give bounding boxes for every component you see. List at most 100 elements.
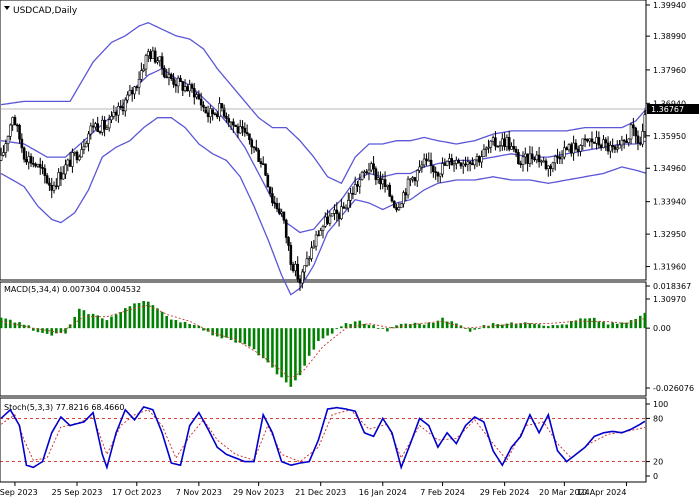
candle-body <box>68 159 72 167</box>
candle-body <box>452 163 456 166</box>
candle-body <box>29 156 33 164</box>
macd-bar <box>160 311 164 329</box>
candle-body <box>353 184 357 195</box>
candle-body <box>179 77 182 82</box>
candle-body <box>130 90 134 95</box>
candle-body <box>291 264 295 272</box>
candle-body <box>169 74 173 79</box>
candle-body <box>289 245 293 265</box>
macd-pane <box>0 300 647 387</box>
x-tick-label: 10 Apr 2024 <box>577 488 626 497</box>
candle-body <box>278 208 281 214</box>
candle-body <box>638 142 642 145</box>
candle-body <box>429 159 433 167</box>
candle-body <box>305 258 309 266</box>
candle-body <box>438 173 442 177</box>
candle-body <box>425 158 428 161</box>
price-y-tick-label: 1.31960 <box>653 263 686 272</box>
candle-body <box>18 124 21 140</box>
candle-body <box>107 119 111 129</box>
candle-body <box>280 211 283 214</box>
candle-body <box>507 137 511 150</box>
macd-bar <box>427 322 431 329</box>
macd-bar <box>257 328 260 356</box>
candle-body <box>535 154 539 161</box>
candle-body <box>96 123 100 132</box>
macd-bar <box>234 328 237 343</box>
stoch-y-tick-label: 80 <box>653 414 663 423</box>
candle-body <box>199 98 203 106</box>
candle-body <box>478 156 481 163</box>
price-y-tick-label: 1.30970 <box>653 295 686 304</box>
macd-bar <box>386 328 389 332</box>
macd-bar <box>321 328 325 339</box>
macd-bar <box>78 308 81 329</box>
candle-body <box>181 81 185 91</box>
macd-bar <box>597 321 601 329</box>
candle-body <box>268 186 272 194</box>
candle-body <box>167 74 171 78</box>
macd-bar <box>422 324 426 329</box>
bollinger-lower-line <box>0 117 646 296</box>
stoch-y-tick-label: 100 <box>653 400 668 409</box>
candle-body <box>140 70 143 80</box>
candle-body <box>432 165 435 173</box>
candle-body <box>183 86 187 91</box>
x-tick-label: 29 Feb 2024 <box>480 488 530 497</box>
candle-body <box>153 50 157 63</box>
candle-body <box>450 158 454 166</box>
x-tick-label: 25 Sep 2023 <box>52 488 103 497</box>
macd-bar <box>156 308 159 329</box>
macd-bar <box>602 321 605 329</box>
candle-body <box>48 182 51 186</box>
macd-bar <box>367 324 371 329</box>
price-y-tick-label: 1.32950 <box>653 230 686 239</box>
bollinger-middle-line <box>1 67 646 234</box>
macd-bar <box>468 328 472 332</box>
candle-body <box>441 163 444 175</box>
candle-body <box>351 192 355 195</box>
candle-body <box>484 147 488 150</box>
macd-bar <box>137 303 141 329</box>
candle-body <box>146 51 150 57</box>
macd-bar <box>211 328 214 336</box>
candle-body <box>163 67 166 78</box>
macd-bar <box>261 328 265 359</box>
candle-body <box>563 147 566 158</box>
candle-body <box>330 213 334 217</box>
candle-body <box>296 263 300 280</box>
candle-body <box>379 177 382 185</box>
candle-body <box>87 133 90 144</box>
macd-bar <box>50 328 54 336</box>
candle-body <box>273 202 277 205</box>
candle-body <box>369 163 373 171</box>
symbol-label: USDCAD,Daily <box>13 6 78 16</box>
macd-bar <box>82 310 86 329</box>
candle-body <box>567 144 571 151</box>
macd-bar <box>533 323 536 329</box>
candle-body <box>346 200 350 209</box>
macd-bar <box>188 324 191 329</box>
macd-bar <box>9 319 12 329</box>
candle-body <box>551 162 555 169</box>
macd-bar <box>151 305 155 329</box>
candle-body <box>418 166 421 171</box>
candle-body <box>257 149 260 162</box>
macd-bar <box>110 316 113 329</box>
candle-body <box>186 86 189 92</box>
price-y-tick-label: 1.33940 <box>653 198 686 207</box>
macd-bar <box>243 328 247 345</box>
candle-body <box>61 173 65 180</box>
macd-bar <box>174 319 178 329</box>
candle-body <box>609 145 612 152</box>
candle-body <box>588 138 591 142</box>
candle-body <box>540 160 543 163</box>
macd-bar <box>643 312 647 329</box>
candle-body <box>117 106 120 116</box>
candle-body <box>565 147 568 151</box>
current-price-label: 1.36767 <box>651 105 684 114</box>
symbol-dropdown-icon[interactable] <box>4 6 10 10</box>
candle-body <box>402 192 405 205</box>
candle-body <box>55 185 58 188</box>
candle-body <box>218 103 221 117</box>
